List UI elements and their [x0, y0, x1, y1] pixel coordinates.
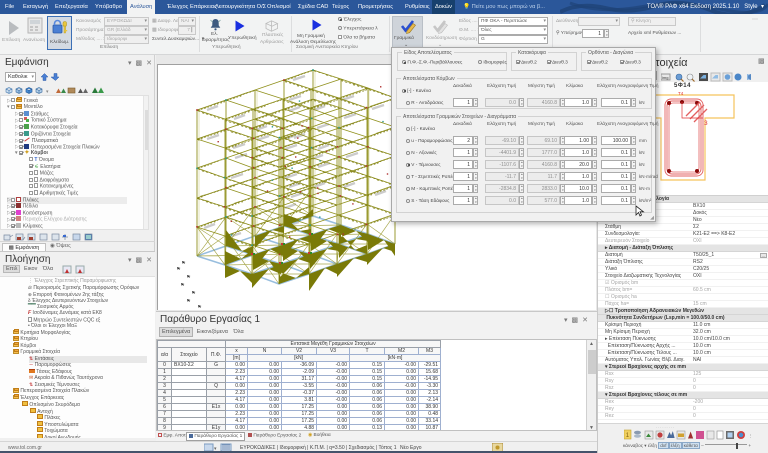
- svg-text:img: img: [662, 75, 668, 80]
- svg-text:3: 3: [704, 120, 708, 127]
- svg-text:⋮: ⋮: [748, 434, 753, 440]
- svg-text:Τ4: Τ4: [678, 91, 684, 96]
